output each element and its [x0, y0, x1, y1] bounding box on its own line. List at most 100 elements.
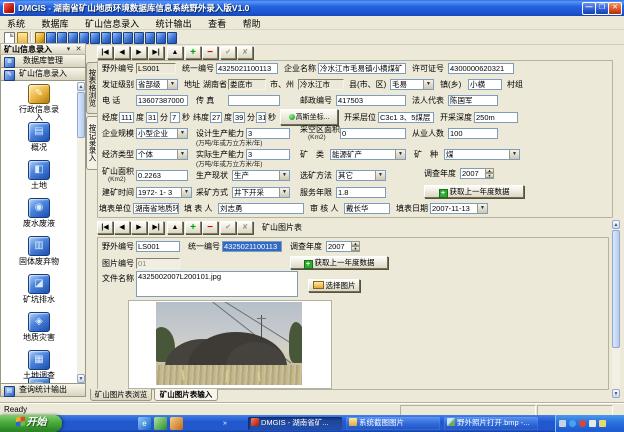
minimize-button[interactable]: —	[582, 2, 596, 15]
quicklaunch-ie-icon[interactable]: e	[138, 417, 151, 430]
tab-picture-browse[interactable]: 矿山图片表浏览	[90, 389, 152, 401]
lng-sec-field[interactable]: 7	[170, 112, 180, 123]
menu-stats-output[interactable]: 统计输出	[149, 16, 199, 31]
phone-field[interactable]: 13607387000	[136, 95, 188, 106]
lng-min-field[interactable]: 31	[146, 112, 158, 123]
design-cap-field[interactable]: 3	[246, 128, 290, 139]
tray-battery-icon[interactable]	[599, 420, 606, 427]
close-panel-icon[interactable]: ✕	[74, 45, 83, 54]
spin-down-icon[interactable]: ▼	[485, 173, 494, 178]
auditor-field[interactable]: 戴长华	[344, 203, 390, 214]
dropdown-arrow-icon[interactable]: ▼	[509, 150, 519, 159]
post-record-button[interactable]: ✔	[220, 46, 236, 59]
start-button[interactable]: 开始	[0, 415, 62, 432]
pic-get-prev-year-button[interactable]: +获取上一年度数据	[290, 256, 388, 269]
scale-combo[interactable]: 小型企业 ▼	[136, 128, 188, 139]
next-record-button[interactable]: ▶	[131, 46, 147, 59]
build-time-combo[interactable]: 1972- 1- 3 ▼	[136, 187, 192, 198]
pic-prev-record-button[interactable]: ◀	[114, 221, 130, 234]
tray-network-icon[interactable]	[569, 420, 576, 427]
sidebar-item-land[interactable]: ◧ 土地	[1, 160, 77, 190]
scrollbar-thumb[interactable]	[612, 230, 620, 348]
cancel-record-button[interactable]: ✘	[237, 46, 253, 59]
get-prev-year-button[interactable]: +获取上一年度数据	[424, 185, 524, 198]
mine-class-combo[interactable]: 能源矿产 ▼	[330, 149, 406, 160]
dressing-combo[interactable]: 其它 ▼	[336, 170, 386, 181]
mining-method-combo[interactable]: 井下开采 ▼	[232, 187, 290, 198]
field-no-field[interactable]: LS001	[136, 63, 176, 74]
pic-cancel-record-button[interactable]: ✘	[237, 221, 253, 234]
taskbar-task-photo-bmp[interactable]: 野外照片打开.bmp -...	[444, 417, 538, 430]
dropdown-arrow-icon[interactable]: ▼	[423, 80, 433, 89]
city-field[interactable]: 娄底市	[228, 79, 266, 90]
move-up-button[interactable]: ▲	[167, 46, 183, 59]
sidebar-group-database[interactable]: ≣ 数据库管理	[0, 55, 86, 68]
mine-drainage-icon[interactable]	[90, 32, 100, 44]
report-icon[interactable]	[145, 32, 155, 44]
dropdown-arrow-icon[interactable]: ▼	[279, 171, 289, 180]
sidebar-item-geo-disaster[interactable]: ◈ 地质灾害	[1, 312, 77, 342]
fax-field[interactable]	[228, 95, 280, 106]
dropdown-arrow-icon[interactable]: ▼	[181, 188, 191, 197]
menu-database[interactable]: 数据库	[35, 16, 76, 31]
menu-view[interactable]: 查看	[201, 16, 233, 31]
delete-record-button[interactable]: −	[202, 46, 218, 59]
pic-field-no-field[interactable]: LS001	[136, 241, 180, 252]
prev-record-button[interactable]: ◀	[114, 46, 130, 59]
pic-delete-record-button[interactable]: −	[202, 221, 218, 234]
sidebar-item-waste-water[interactable]: ◉ 废水废液	[1, 198, 77, 228]
scrollbar-thumb[interactable]	[77, 92, 85, 138]
sidebar-item-overview[interactable]: ▤ 概况	[1, 122, 77, 152]
dropdown-arrow-icon[interactable]: ▼	[395, 150, 405, 159]
mine-photo[interactable]	[156, 302, 302, 385]
sidebar-item-admin-entry[interactable]: ✎ 行政信息录入	[1, 84, 77, 122]
econ-type-combo[interactable]: 个体 ▼	[136, 149, 188, 160]
pic-unified-no-field[interactable]: 4325021100113	[222, 241, 282, 252]
depth-field[interactable]: 250m	[474, 112, 518, 123]
pic-first-record-button[interactable]: |◀	[97, 221, 113, 234]
dropdown-arrow-icon[interactable]: ▼	[279, 188, 289, 197]
fill-unit-field[interactable]: 湖南省地质环境	[133, 203, 179, 214]
mineral-combo[interactable]: 煤 ▼	[444, 149, 520, 160]
fill-date-combo[interactable]: 2007-11-13 ▼	[430, 203, 488, 214]
tab-picture-entry[interactable]: 矿山图片表输入	[154, 389, 218, 401]
land-survey-icon[interactable]	[112, 32, 122, 44]
sidebar-group-query-output[interactable]: ▤ 查询统计输出	[0, 384, 86, 397]
menu-mine-entry[interactable]: 矿山信息录入	[78, 16, 146, 31]
service-life-field[interactable]: 1.8	[336, 187, 386, 198]
last-record-button[interactable]: ▶|	[148, 46, 164, 59]
taskbar-task-screenshots-folder[interactable]: 系统截图图片	[346, 417, 440, 430]
pic-add-record-button[interactable]: +	[185, 221, 201, 234]
postcode-field[interactable]: 417503	[336, 95, 406, 106]
pic-post-record-button[interactable]: ✔	[220, 221, 236, 234]
pic-no-field[interactable]: 01	[136, 258, 180, 269]
prod-status-combo[interactable]: 生产 ▼	[232, 170, 290, 181]
goaf-field[interactable]: 0	[340, 128, 406, 139]
layer-field[interactable]: C3c1 3、5煤层	[378, 112, 434, 123]
sidebar-group-mine-entry[interactable]: ✎ 矿山信息录入	[0, 68, 86, 81]
window-titlebar[interactable]: DMGIS - 湖南省矿山地质环境数据库信息系统野外录入版V1.0	[0, 0, 624, 16]
scroll-down-arrow[interactable]: ▼	[612, 389, 620, 398]
exit-arrow-icon[interactable]	[167, 32, 177, 44]
down-arrow-icon[interactable]	[123, 32, 133, 44]
lat-min-field[interactable]: 39	[233, 112, 245, 123]
unified-no-field[interactable]: 4325021100113	[216, 63, 278, 74]
prefecture-field[interactable]: 冷水江市	[298, 79, 344, 90]
legal-rep-field[interactable]: 陈国军	[448, 95, 498, 106]
dropdown-arrow-icon[interactable]: ▼	[167, 80, 177, 89]
sidebar-item-partial[interactable]: ▧	[1, 377, 77, 384]
taskbar-task-dmgis[interactable]: DMGIS - 湖南省矿...	[248, 417, 342, 430]
quicklaunch-overflow-chevron[interactable]: »	[220, 417, 230, 430]
spin-down-icon[interactable]: ▼	[351, 246, 360, 251]
lat-sec-field[interactable]: 31	[256, 112, 266, 123]
sidebar-item-land-survey[interactable]: ▦ 土地调查	[1, 350, 77, 380]
choose-picture-button[interactable]: 选择图片	[308, 279, 360, 292]
pin-icon[interactable]: ▾	[64, 45, 73, 54]
stats-icon[interactable]	[134, 32, 144, 44]
quicklaunch-app-icon[interactable]	[170, 417, 183, 430]
license-field[interactable]: 4300000620321	[448, 63, 514, 74]
scroll-down-arrow[interactable]: ▼	[77, 374, 85, 383]
menu-system[interactable]: 系统	[0, 16, 32, 31]
lng-deg-field[interactable]: 111	[119, 112, 134, 123]
scroll-up-arrow[interactable]: ▲	[77, 82, 85, 91]
